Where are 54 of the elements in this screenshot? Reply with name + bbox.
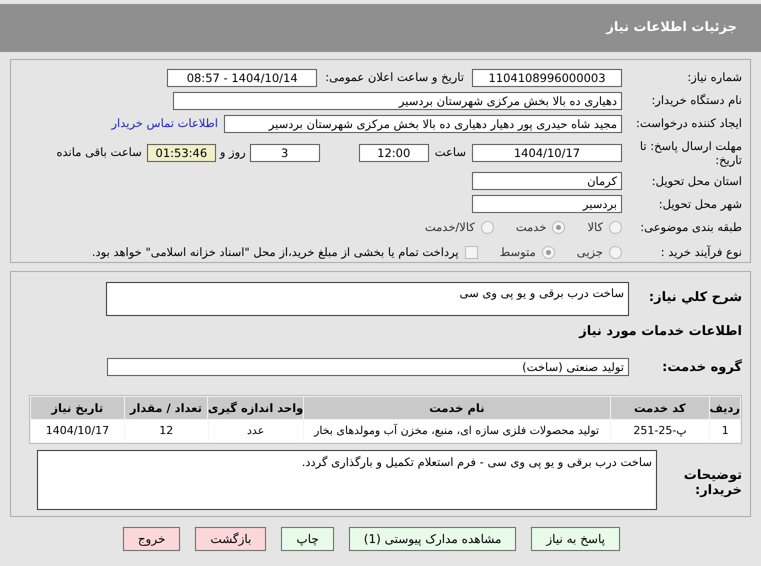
radio-button[interactable] [609,221,622,234]
action-button[interactable]: خروج [122,527,180,551]
field-label: استان محل تحویل: [650,172,742,190]
input-field[interactable]: بردسیر [472,195,622,214]
radio-label: کالا [587,219,603,236]
field-label: ساعت باقی مانده [56,144,142,161]
radio-label: خدمت [516,219,546,236]
input-field[interactable]: 1404/10/17 [472,144,622,162]
notes-textarea[interactable]: ساخت درب برقی و یو پی وی سی - فرم استعلام تکمیل و بارگذاری گردد. [37,450,657,510]
field-label: گروه خدمت: [661,358,742,376]
radio-button[interactable] [542,246,555,259]
input-field[interactable]: 3 [250,144,320,162]
field-label: توضیحات خریدار: [682,467,742,498]
table-cell: 1 [710,420,740,442]
field-label: شماره نیاز: [686,69,742,86]
table-cell: تولید محصولات فلزی سازه ای، منبع، مخزن آب ومولدهای بخار [304,420,610,442]
radio-button[interactable] [552,221,566,234]
action-button[interactable]: پاسخ به نیاز [531,527,620,551]
field-label: شرح کلي نياز: [648,289,742,307]
input-field[interactable]: مجید شاه حیدری پور دهیار دهیاری ده بالا بخش مرکزی شهرستان بردسیر [224,115,622,133]
summary-textarea[interactable]: ساخت درب برقی و یو پی وی سی [106,282,629,316]
input-field[interactable]: 1404/10/14 - 08:57 [167,69,318,87]
radio-button[interactable] [480,221,494,234]
checkbox[interactable] [464,246,478,259]
field-label: تاریخ و ساعت اعلان عمومی: [325,69,464,86]
field-label: ساعت [434,144,466,161]
input-field[interactable]: تولید صنعتی (ساخت) [107,358,629,376]
action-button[interactable]: مشاهده مدارک پیوستی (1) [348,527,516,551]
field-label: طبقه بندی موضوعی: [639,219,742,236]
table-cell: عدد [208,420,303,442]
table-cell: 12 [124,420,208,442]
input-field[interactable]: دهیاری ده بالا بخش مرکزی شهرستان بردسیر [173,92,622,110]
radio-label: کالا/خدمت [424,219,475,236]
field-label: ایجاد کننده درخواست: [635,115,742,132]
input-field[interactable]: 12:00 [358,144,429,162]
table-cell: پ-25-251 [610,420,710,442]
input-field[interactable]: 1104108996000003 [472,69,622,87]
action-button[interactable]: بازگشت [195,527,266,551]
radio-button[interactable] [609,246,622,259]
countdown-field: 01:53:46 [146,144,216,162]
field-label: نوع فرآیند خرید : [660,244,742,261]
field-label: مهلت ارسال پاسخ: تا تاریخ: [638,138,742,167]
field-label: شهر محل تحویل: [658,196,742,213]
action-button[interactable]: چاپ [281,527,334,551]
radio-label: جزیی [576,244,603,261]
input-field[interactable]: کرمان [472,172,622,190]
contact-link[interactable]: اطلاعات تماس خریدار [111,115,218,133]
section-title: اطلاعات خدمات مورد نیاز [579,323,742,341]
radio-label: متوسط [500,244,536,261]
table-cell: 1404/10/17 [31,420,124,442]
checkbox-label: پرداخت تمام یا بخشی از مبلغ خرید،از محل "اسناد خزانه اسلامی" خواهد بود. [92,244,459,261]
field-label: روز و [220,144,246,161]
page-title: جزئیات اطلاعات نیاز [606,19,737,38]
field-label: نام دستگاه خریدار: [650,92,742,110]
